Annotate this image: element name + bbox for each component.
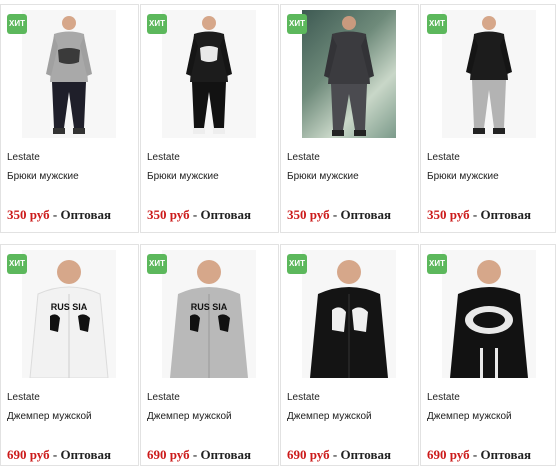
hit-badge: ХИТ (287, 254, 307, 274)
price-line: 690 руб - Оптовая (7, 447, 111, 463)
hit-badge: ХИТ (147, 14, 167, 34)
product-name[interactable]: Джемпер мужской (147, 411, 232, 422)
price-separator: - (192, 447, 198, 462)
price-type: Оптовая (60, 207, 112, 222)
product-image[interactable] (162, 10, 256, 138)
product-name[interactable]: Брюки мужские (147, 171, 219, 182)
price-separator: - (472, 207, 478, 222)
product-brand: Lestate (427, 392, 460, 403)
product-image[interactable] (442, 250, 536, 378)
product-image[interactable]: RUS SIA (22, 250, 116, 378)
product-image[interactable] (22, 10, 116, 138)
price-type: Оптовая (60, 447, 112, 462)
product-card[interactable]: RUS SIA ХИТ Lestate Джемпер мужской 690 … (140, 244, 279, 466)
product-card[interactable]: ХИТ Lestate Брюки мужские 350 руб - Опто… (140, 4, 279, 233)
product-price: 350 руб (7, 207, 50, 222)
product-brand: Lestate (147, 152, 180, 163)
hit-badge: ХИТ (287, 14, 307, 34)
price-type: Оптовая (200, 207, 252, 222)
hit-badge: ХИТ (7, 254, 27, 274)
product-card[interactable]: ХИТ Lestate Брюки мужские 350 руб - Опто… (0, 4, 139, 233)
price-type: Оптовая (340, 207, 392, 222)
product-image[interactable] (302, 250, 396, 378)
price-separator: - (332, 447, 338, 462)
product-card[interactable]: ХИТ Lestate Брюки мужские 350 руб - Опто… (420, 4, 556, 233)
price-separator: - (192, 207, 198, 222)
product-name[interactable]: Джемпер мужской (427, 411, 512, 422)
product-image[interactable] (302, 10, 396, 138)
price-separator: - (52, 447, 58, 462)
price-type: Оптовая (480, 447, 532, 462)
hit-badge: ХИТ (147, 254, 167, 274)
product-name[interactable]: Брюки мужские (427, 171, 499, 182)
product-price: 350 руб (287, 207, 330, 222)
price-line: 690 руб - Оптовая (287, 447, 391, 463)
price-separator: - (472, 447, 478, 462)
price-type: Оптовая (480, 207, 532, 222)
product-card[interactable]: ХИТ Lestate Джемпер мужской 690 руб - Оп… (280, 244, 419, 466)
price-line: 350 руб - Оптовая (147, 207, 251, 223)
hit-badge: ХИТ (427, 254, 447, 274)
price-line: 690 руб - Оптовая (147, 447, 251, 463)
product-brand: Lestate (147, 392, 180, 403)
product-price: 350 руб (147, 207, 190, 222)
price-separator: - (332, 207, 338, 222)
hit-badge: ХИТ (427, 14, 447, 34)
product-brand: Lestate (427, 152, 460, 163)
price-line: 350 руб - Оптовая (287, 207, 391, 223)
product-name[interactable]: Брюки мужские (7, 171, 79, 182)
price-type: Оптовая (340, 447, 392, 462)
product-card[interactable]: ХИТ Lestate Джемпер мужской 690 руб - Оп… (420, 244, 556, 466)
price-line: 690 руб - Оптовая (427, 447, 531, 463)
product-brand: Lestate (7, 152, 40, 163)
price-line: 350 руб - Оптовая (7, 207, 111, 223)
svg-text:RUS SIA: RUS SIA (51, 302, 88, 312)
product-brand: Lestate (287, 152, 320, 163)
product-name[interactable]: Джемпер мужской (287, 411, 372, 422)
product-image[interactable]: RUS SIA (162, 250, 256, 378)
product-price: 690 руб (427, 447, 470, 462)
product-name[interactable]: Брюки мужские (287, 171, 359, 182)
product-price: 350 руб (427, 207, 470, 222)
hit-badge: ХИТ (7, 14, 27, 34)
price-line: 350 руб - Оптовая (427, 207, 531, 223)
product-image[interactable] (442, 10, 536, 138)
price-separator: - (52, 207, 58, 222)
product-card[interactable]: ХИТ Lestate Брюки мужские 350 руб - Опто… (280, 4, 419, 233)
product-name[interactable]: Джемпер мужской (7, 411, 92, 422)
product-price: 690 руб (287, 447, 330, 462)
product-price: 690 руб (147, 447, 190, 462)
product-price: 690 руб (7, 447, 50, 462)
product-brand: Lestate (7, 392, 40, 403)
product-grid: ХИТ Lestate Брюки мужские 350 руб - Опто… (0, 0, 559, 466)
product-card[interactable]: RUS SIA ХИТ Lestate Джемпер мужской 690 … (0, 244, 139, 466)
price-type: Оптовая (200, 447, 252, 462)
svg-text:RUS SIA: RUS SIA (191, 302, 228, 312)
product-brand: Lestate (287, 392, 320, 403)
